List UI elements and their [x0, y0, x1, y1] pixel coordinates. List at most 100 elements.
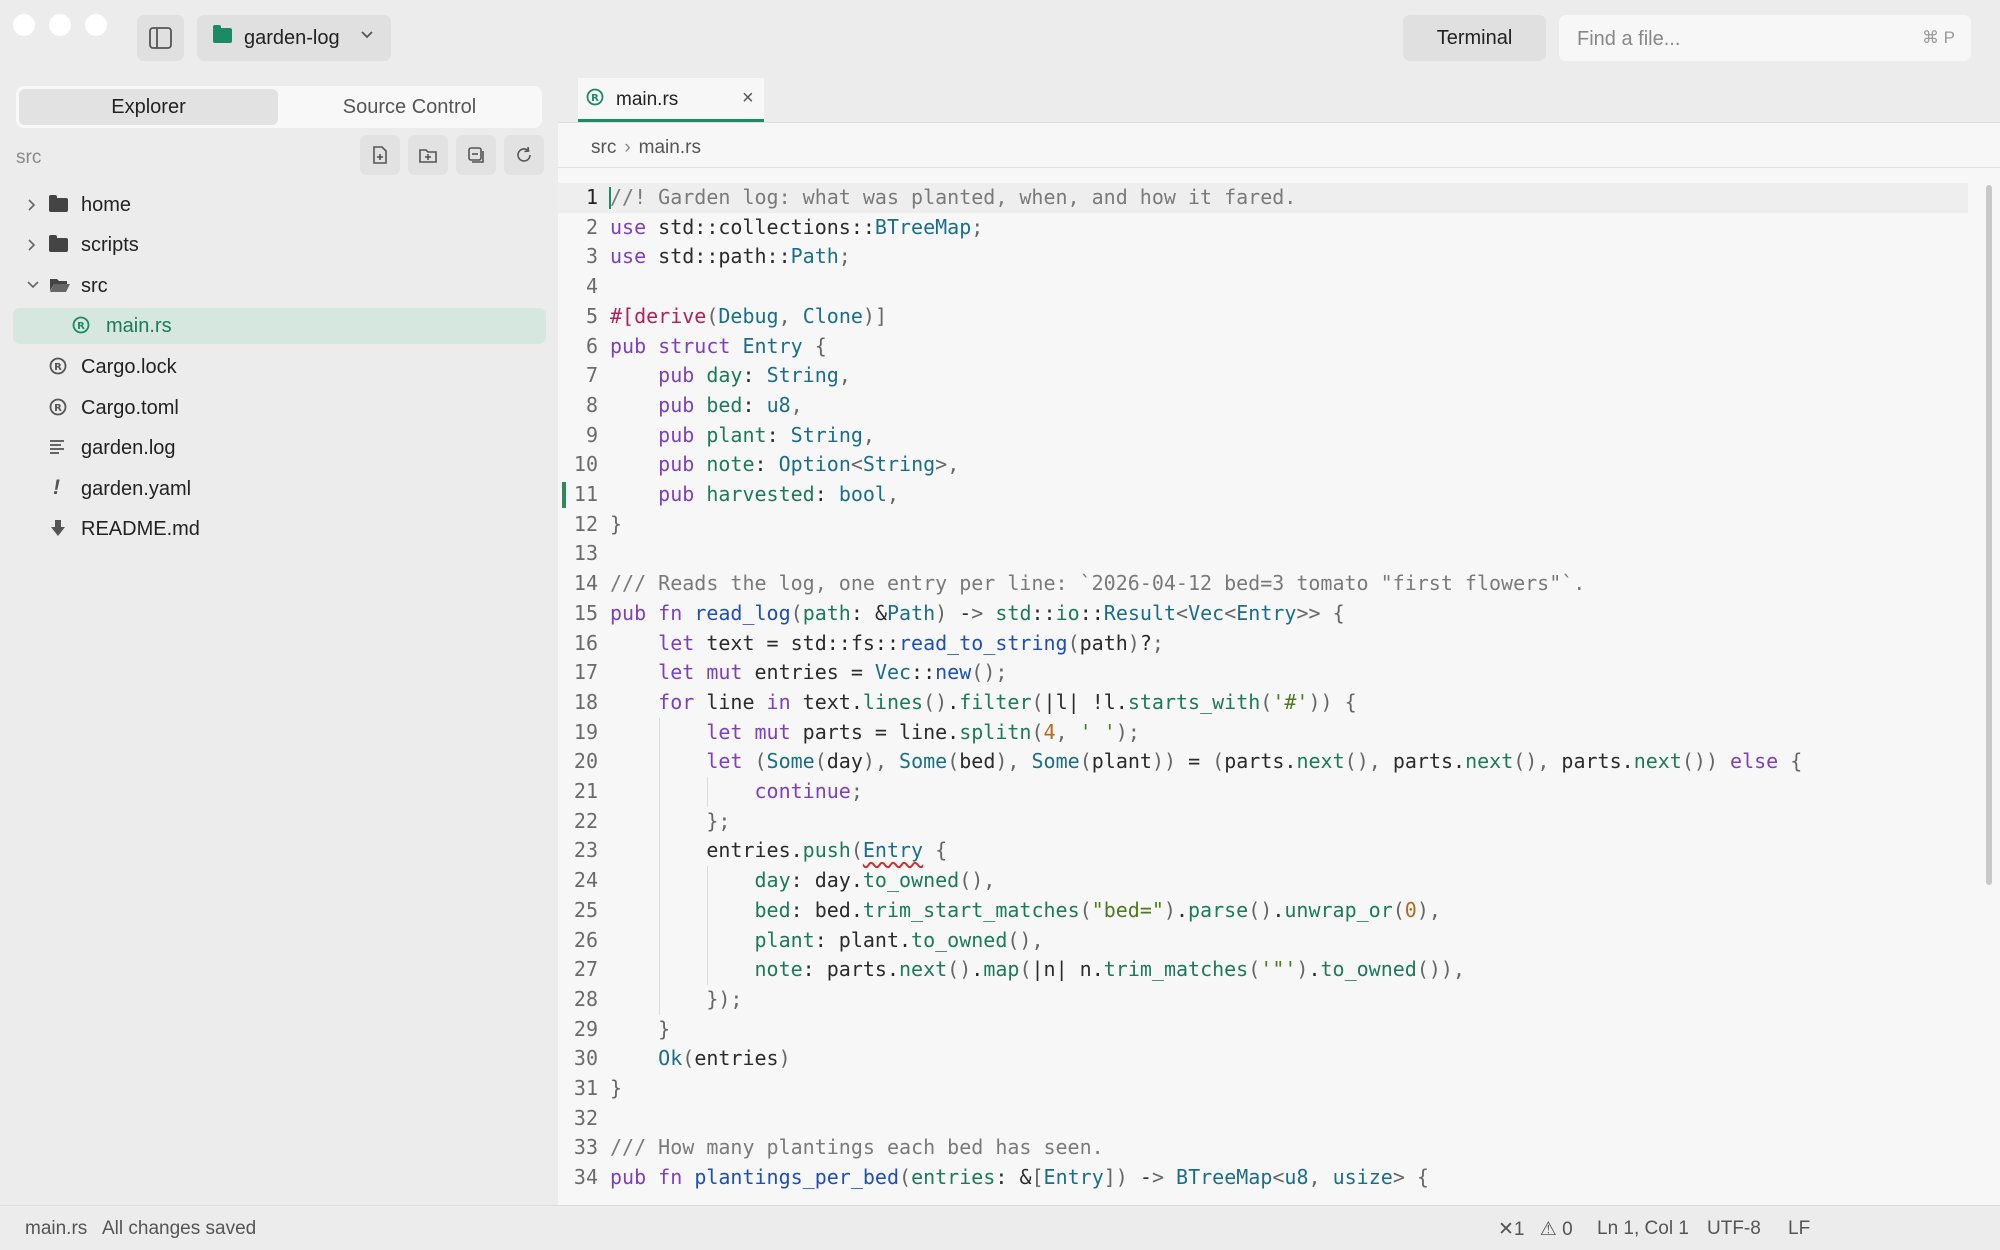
- tree-item-garden-log[interactable]: garden.log: [13, 430, 546, 466]
- tab-explorer[interactable]: Explorer: [19, 89, 278, 125]
- line-number: 2: [585, 214, 598, 239]
- code-line[interactable]: 32: [558, 1104, 1968, 1134]
- breadcrumb-item[interactable]: src: [591, 137, 616, 158]
- code-line[interactable]: 17 let mut entries = Vec::new();: [558, 658, 1968, 688]
- code-line[interactable]: 10 pub note: Option<String>,: [558, 450, 1968, 480]
- code-line[interactable]: 25 bed: bed.trim_start_matches("bed=").p…: [558, 896, 1968, 926]
- tree-item-readme[interactable]: README.md: [13, 511, 546, 547]
- terminal-button[interactable]: Terminal: [1403, 15, 1546, 61]
- tree-item-garden-yaml[interactable]: ! garden.yaml: [13, 471, 546, 507]
- line-number: 25: [573, 897, 598, 922]
- code-line[interactable]: 8 pub bed: u8,: [558, 391, 1968, 421]
- code-line[interactable]: 23 entries.push(Entry {: [558, 836, 1968, 866]
- explorer-root-label: src: [16, 147, 42, 168]
- collapse-all-button[interactable]: [456, 135, 496, 175]
- code-line[interactable]: 18 for line in text.lines().filter(|l| !…: [558, 688, 1968, 718]
- new-file-button[interactable]: [360, 135, 400, 175]
- code-text: /// How many plantings each bed has seen…: [610, 1135, 1104, 1160]
- file-search[interactable]: ⌘ P: [1559, 15, 1971, 63]
- tree-item-cargo-lock[interactable]: R Cargo.lock: [13, 349, 546, 385]
- code-text: entries.push(Entry {: [610, 838, 948, 863]
- folder-icon: [49, 235, 68, 252]
- code-line[interactable]: 6 pub struct Entry {: [558, 332, 1968, 362]
- code-line[interactable]: 12}: [558, 510, 1968, 540]
- code-line[interactable]: 1 //! Garden log: what was planted, when,…: [558, 183, 1968, 213]
- code-line[interactable]: 9 pub plant: String,: [558, 421, 1968, 451]
- code-text: };: [706, 808, 731, 833]
- status-bar: main.rs All changes saved ✕1 ⚠ 0 Ln 1, C…: [0, 1205, 2000, 1250]
- code-line[interactable]: 34 pub fn plantings_per_bed(entries: &[En…: [558, 1163, 1968, 1193]
- code-line[interactable]: 14 /// Reads the log, one entry per line:…: [558, 569, 1968, 599]
- code-line[interactable]: 11 pub harvested: bool,: [558, 480, 1968, 510]
- tab-source-control[interactable]: Source Control: [280, 89, 539, 125]
- folder-icon: [49, 195, 68, 212]
- indent-guide: [659, 717, 661, 1015]
- sidebar-view-switch: Explorer Source Control: [16, 86, 542, 128]
- line-number: 1: [585, 185, 598, 209]
- collapse-all-icon: [468, 147, 484, 163]
- chevron-down-icon: [27, 281, 39, 289]
- minimize-window-button[interactable]: [49, 14, 71, 36]
- code-line[interactable]: 24 day: day.to_owned(),: [558, 866, 1968, 896]
- close-window-button[interactable]: [13, 14, 35, 36]
- code-line[interactable]: 15 pub fn read_log(path: &Path) -> std::i…: [558, 599, 1968, 629]
- code-line[interactable]: 2 use std::collections::BTreeMap;: [558, 213, 1968, 243]
- code-line[interactable]: 4: [558, 272, 1968, 302]
- tree-item-label: Cargo.toml: [81, 397, 179, 419]
- project-switcher[interactable]: garden-log: [197, 15, 391, 61]
- code-line[interactable]: 27 note: parts.next().map(|n| n.trim_mat…: [558, 955, 1968, 985]
- code-line[interactable]: 16 let text = std::fs::read_to_string(pa…: [558, 629, 1968, 659]
- tree-item-main-rs[interactable]: R main.rs: [13, 308, 546, 344]
- code-line[interactable]: 13: [558, 539, 1968, 569]
- search-shortcut: ⌘ P: [1921, 28, 1955, 47]
- line-number: 4: [585, 274, 598, 299]
- editor-pane: R main.rs × src › main.rs 1 //! Garden log:…: [558, 75, 2000, 1205]
- line-number: 15: [573, 600, 598, 625]
- tree-item-home[interactable]: home: [13, 187, 546, 223]
- close-tab-icon[interactable]: ×: [742, 87, 754, 110]
- code-line[interactable]: 22 };: [558, 807, 1968, 837]
- code-text: day: day.to_owned(),: [754, 868, 996, 893]
- tree-item-scripts[interactable]: scripts: [13, 227, 546, 263]
- file-encoding[interactable]: UTF-8: [1707, 1218, 1761, 1240]
- code-text: }: [610, 511, 623, 536]
- zoom-window-button[interactable]: [85, 14, 107, 36]
- code-line[interactable]: 30 Ok(entries): [558, 1044, 1968, 1074]
- tree-item-cargo-toml[interactable]: R Cargo.toml: [13, 390, 546, 426]
- code-line[interactable]: 33 /// How many plantings each bed has se…: [558, 1133, 1968, 1163]
- code-line[interactable]: 19 let mut parts = line.splitn(4, ' ');: [558, 718, 1968, 748]
- problems-indicator[interactable]: ✕1 ⚠ 0: [1498, 1218, 1573, 1241]
- tree-item-label: garden.log: [81, 437, 176, 459]
- code-line[interactable]: 7 pub day: String,: [558, 361, 1968, 391]
- error-icon: ✕: [1498, 1219, 1514, 1240]
- code-line[interactable]: 20 let (Some(day), Some(bed), Some(plant…: [558, 747, 1968, 777]
- line-number: 18: [573, 689, 598, 714]
- tree-item-src[interactable]: src: [13, 268, 546, 304]
- code-line[interactable]: 5 #[derive(Debug, Clone)]: [558, 302, 1968, 332]
- cursor-position[interactable]: Ln 1, Col 1: [1597, 1218, 1689, 1240]
- code-line[interactable]: 31}: [558, 1074, 1968, 1104]
- chevron-right-icon: [28, 239, 36, 251]
- project-name: garden-log: [244, 27, 340, 49]
- editor-scrollbar[interactable]: [1986, 185, 1992, 885]
- tab-main-rs[interactable]: R main.rs ×: [578, 78, 764, 122]
- tab-label: main.rs: [616, 89, 679, 110]
- code-line[interactable]: 21 continue;: [558, 777, 1968, 807]
- file-search-input[interactable]: [1575, 15, 1879, 63]
- folder-open-icon: [50, 279, 70, 292]
- new-folder-button[interactable]: [408, 135, 448, 175]
- rust-file-icon: R: [586, 88, 604, 106]
- code-text: pub struct Entry {: [610, 333, 827, 358]
- code-line[interactable]: 3 use std::path::Path;: [558, 242, 1968, 272]
- code-line[interactable]: 28 });: [558, 985, 1968, 1015]
- code-text: let text = std::fs::read_to_string(path)…: [658, 630, 1164, 655]
- sidebar-toggle-button[interactable]: [137, 15, 184, 61]
- refresh-button[interactable]: [504, 135, 544, 175]
- code-text: pub day: String,: [658, 363, 851, 388]
- line-number: 12: [573, 511, 598, 536]
- line-number: 19: [573, 719, 598, 744]
- code-line[interactable]: 29 }: [558, 1015, 1968, 1045]
- line-ending[interactable]: LF: [1788, 1218, 1810, 1240]
- code-line[interactable]: 26 plant: plant.to_owned(),: [558, 926, 1968, 956]
- breadcrumb-item[interactable]: main.rs: [639, 137, 701, 158]
